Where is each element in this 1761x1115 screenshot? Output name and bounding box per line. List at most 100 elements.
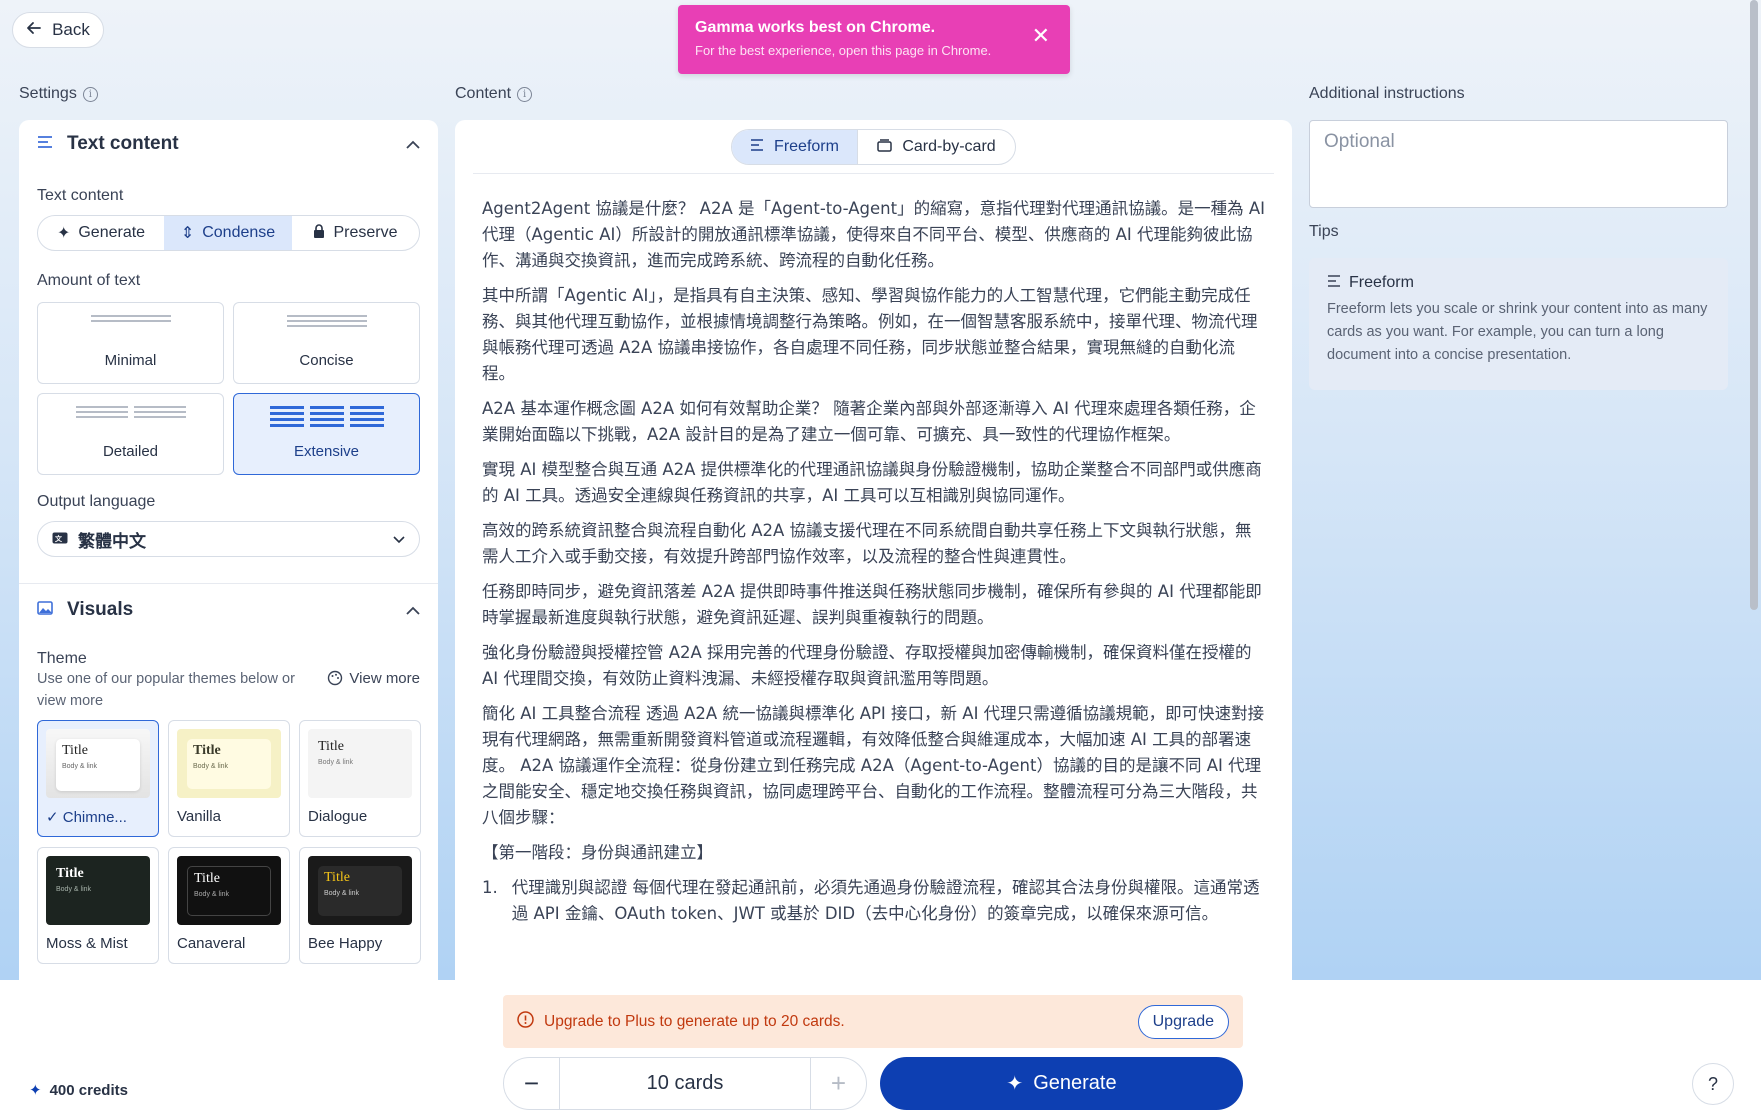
theme-preview: Title Body & link <box>308 856 412 925</box>
theme-preview: Title Body & link <box>46 856 150 925</box>
text-lines-icon <box>1327 274 1341 292</box>
upgrade-button[interactable]: Upgrade <box>1137 1004 1229 1039</box>
theme-header: Theme Use one of our popular themes belo… <box>19 650 438 712</box>
theme-card-canaveral[interactable]: Title Body & link Canaveral <box>168 847 290 964</box>
theme-preview: Title Body & link <box>46 729 150 798</box>
theme-preview: Title Body & link <box>177 856 281 925</box>
content-paragraph: A2A 基本運作概念圖 A2A 如何有效幫助企業？ 隨著企業內部與外部逐漸導入 … <box>482 399 1256 444</box>
freeform-tab[interactable]: Freeform <box>732 130 857 164</box>
lines-icon <box>286 315 367 327</box>
image-icon <box>37 600 55 620</box>
amount-extensive-card[interactable]: Extensive <box>233 393 420 475</box>
palette-icon <box>327 670 343 690</box>
mode-condense-button[interactable]: ⇕ Condense <box>164 216 292 250</box>
content-mode-toggle: Freeform Card-by-card <box>731 129 1016 165</box>
arrow-left-icon <box>26 20 42 41</box>
lines-icon <box>75 406 186 418</box>
visuals-section-header[interactable]: Visuals <box>19 586 438 634</box>
amount-concise-card[interactable]: Concise <box>233 302 420 384</box>
amount-detailed-card[interactable]: Detailed <box>37 393 224 475</box>
additional-instructions-label: Additional instructions <box>1309 85 1465 102</box>
tips-label: Tips <box>1309 223 1339 240</box>
card-by-card-tab[interactable]: Card-by-card <box>857 130 1015 164</box>
output-language-label: Output language <box>37 493 156 510</box>
check-icon: ✓ <box>46 809 59 826</box>
cards-icon <box>877 138 893 157</box>
generate-button[interactable]: ✦ Generate <box>880 1057 1243 1110</box>
theme-card-dialogue[interactable]: Title Body & link Dialogue <box>299 720 421 837</box>
scrollbar-thumb[interactable] <box>1750 0 1758 610</box>
content-paragraph: 簡化 AI 工具整合流程 透過 A2A 統一協議與標準化 API 接口，新 AI… <box>482 704 1265 827</box>
settings-panel: Text content Text content ✦ Generate ⇕ C… <box>19 120 438 980</box>
additional-instructions-input[interactable]: Optional <box>1309 120 1728 208</box>
chevron-down-icon <box>393 532 405 547</box>
info-icon[interactable]: i <box>82 86 98 102</box>
text-content-label: Text content <box>37 187 124 204</box>
text-lines-icon <box>37 135 55 154</box>
condense-icon: ⇕ <box>180 225 195 242</box>
toast-message: For the best experience, open this page … <box>695 43 992 58</box>
chevron-up-icon[interactable] <box>406 136 420 152</box>
tips-title: Freeform <box>1327 274 1710 292</box>
list-item: 1. 代理識別與認證 每個代理在發起通訊前，必須先通過身份驗證流程，確認其合法身… <box>482 875 1267 927</box>
mode-generate-button[interactable]: ✦ Generate <box>38 216 164 250</box>
theme-card-moss-mist[interactable]: Title Body & link Moss & Mist <box>37 847 159 964</box>
text-content-section-header[interactable]: Text content <box>19 120 438 168</box>
list-text: 代理識別與認證 每個代理在發起通訊前，必須先通過身份驗證流程，確認其合法身份與權… <box>511 878 1260 923</box>
increment-button[interactable]: + <box>811 1058 866 1109</box>
info-icon[interactable]: i <box>517 86 533 102</box>
tips-card: Freeform Freeform lets you scale or shri… <box>1309 258 1728 390</box>
theme-description: Use one of our popular themes below or v… <box>37 671 295 709</box>
help-button[interactable]: ? <box>1692 1063 1734 1105</box>
decrement-button[interactable]: − <box>504 1058 559 1109</box>
warning-icon <box>517 1010 534 1033</box>
output-language-select[interactable]: 文 繁體中文 <box>37 521 420 557</box>
svg-text:文: 文 <box>55 534 63 543</box>
list-number: 1. <box>482 878 498 897</box>
content-paragraph: 強化身份驗證與授權控管 A2A 採用完善的代理身份驗證、存取授權與加密傳輸機制，… <box>482 643 1252 688</box>
sparkle-icon: ✦ <box>29 1082 42 1099</box>
theme-card-vanilla[interactable]: Title Body & link Vanilla <box>168 720 290 837</box>
browser-toast: Gamma works best on Chrome. For the best… <box>678 5 1070 74</box>
scrollbar[interactable] <box>1747 0 1761 1115</box>
lines-icon <box>269 406 384 427</box>
theme-preview: Title Body & link <box>308 729 412 798</box>
upgrade-banner: Upgrade to Plus to generate up to 20 car… <box>503 995 1243 1048</box>
content-paragraph: 實現 AI 模型整合與互通 A2A 提供標準化的代理通訊協議與身份驗證機制，協助… <box>482 460 1262 505</box>
theme-card-chimney[interactable]: Title Body & link ✓ Chimne... <box>37 720 159 837</box>
sparkle-icon: ✦ <box>56 225 71 242</box>
close-icon[interactable]: ✕ <box>1032 25 1050 47</box>
card-count-stepper: − 10 cards + <box>503 1057 867 1110</box>
lines-icon <box>90 315 171 322</box>
content-paragraph: 高效的跨系統資訊整合與流程自動化 A2A 協議支援代理在不同系統間自動共享任務上… <box>482 521 1252 566</box>
back-label: Back <box>52 20 90 39</box>
chevron-up-icon[interactable] <box>406 602 420 618</box>
back-button[interactable]: Back <box>12 12 104 48</box>
mode-preserve-button[interactable]: Preserve <box>292 216 419 250</box>
content-paragraph: 其中所謂「Agentic AI」，是指具有自主決策、感知、學習與協作能力的人工智… <box>482 286 1258 383</box>
lock-icon <box>313 223 325 243</box>
settings-label: Settings i <box>19 85 98 103</box>
card-count[interactable]: 10 cards <box>559 1058 811 1109</box>
theme-label: Theme <box>37 650 87 667</box>
content-panel: Freeform Card-by-card Agent2Agent 協議是什麼？… <box>455 120 1292 980</box>
content-editor[interactable]: Agent2Agent 協議是什麼？ A2A 是「Agent-to-Agent」… <box>482 196 1267 927</box>
amount-options: Minimal Concise Detailed Extensive <box>37 302 420 475</box>
theme-grid: Title Body & link ✓ Chimne... Title Body… <box>37 720 421 964</box>
amount-minimal-card[interactable]: Minimal <box>37 302 224 384</box>
content-label: Content i <box>455 85 533 103</box>
content-paragraph: Agent2Agent 協議是什麼？ A2A 是「Agent-to-Agent」… <box>482 199 1265 270</box>
theme-preview: Title Body & link <box>177 729 281 798</box>
divider <box>19 583 438 584</box>
theme-name: ✓ Chimne... <box>46 809 127 826</box>
language-icon: 文 <box>52 529 68 549</box>
amount-label: Amount of text <box>37 272 141 289</box>
text-lines-icon <box>750 138 764 156</box>
content-paragraph: 任務即時同步，避免資訊落差 A2A 提供即時事件推送與任務狀態同步機制，確保所有… <box>482 582 1262 627</box>
tips-text: Freeform lets you scale or shrink your c… <box>1327 301 1708 363</box>
view-more-button[interactable]: View more <box>327 670 420 712</box>
sparkle-icon: ✦ <box>1006 1073 1024 1095</box>
credits-display[interactable]: ✦ 400 credits <box>29 1081 128 1100</box>
theme-card-bee-happy[interactable]: Title Body & link Bee Happy <box>299 847 421 964</box>
divider <box>473 173 1274 174</box>
